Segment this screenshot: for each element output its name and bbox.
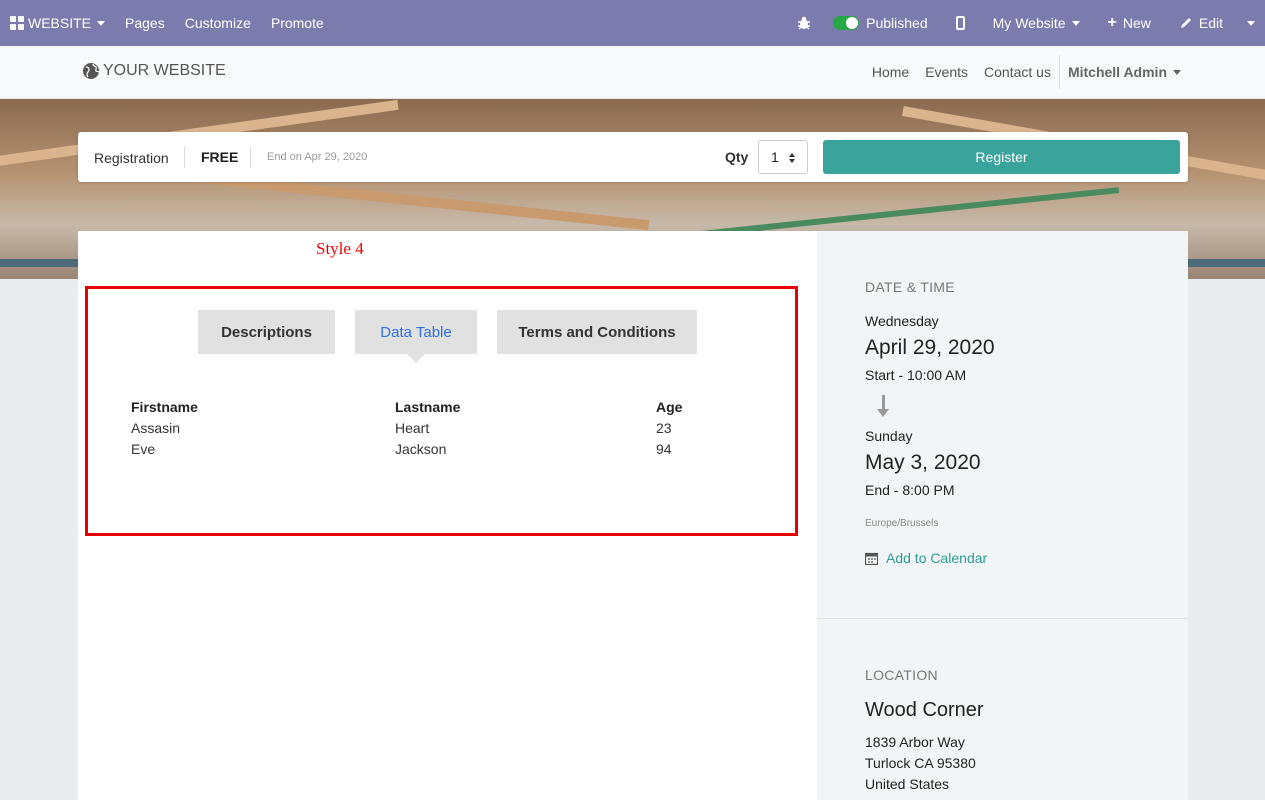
mobile-icon [955, 16, 965, 30]
add-to-calendar-link[interactable]: Add to Calendar [865, 550, 987, 566]
data-table: Firstname Lastname Age Assasin Heart 23 … [131, 397, 716, 460]
column-header: Firstname [131, 399, 198, 415]
date-time-heading: DATE & TIME [865, 279, 955, 295]
admin-topbar: WEBSITE Pages Customize Promote Publishe… [0, 0, 1265, 46]
registration-label: Registration [94, 150, 169, 166]
select-arrows-icon [789, 153, 795, 163]
calendar-icon [865, 552, 878, 565]
table-cell: 94 [656, 441, 672, 457]
register-button[interactable]: Register [823, 140, 1180, 174]
apps-grid-icon [10, 16, 24, 30]
table-cell: Heart [395, 420, 430, 436]
table-cell: Eve [131, 441, 156, 457]
website-selector-label: My Website [992, 15, 1066, 31]
table-cell: 23 [656, 420, 672, 436]
toggle-switch [833, 16, 860, 30]
start-time: Start - 10:00 AM [865, 367, 967, 383]
main-nav: Home Events Contact us Mitchell Admin [864, 46, 1181, 98]
chevron-down-icon [97, 20, 106, 26]
divider [817, 618, 1188, 619]
edit-label: Edit [1198, 15, 1223, 31]
user-menu[interactable]: Mitchell Admin [1060, 64, 1181, 80]
tab-descriptions[interactable]: Descriptions [198, 310, 335, 354]
table-row: Assasin Heart 23 [131, 418, 716, 439]
end-date: May 3, 2020 [865, 451, 981, 474]
debug-button[interactable] [787, 0, 833, 46]
divider [250, 146, 251, 168]
quantity-select[interactable]: 1 [758, 140, 808, 174]
tab-terms-and-conditions[interactable]: Terms and Conditions [497, 310, 697, 354]
start-date: April 29, 2020 [865, 336, 995, 359]
column-header: Lastname [395, 399, 461, 415]
timezone: Europe/Brussels [865, 518, 939, 529]
menu-customize[interactable]: Customize [175, 0, 261, 46]
pencil-icon [1180, 18, 1191, 28]
table-header-row: Firstname Lastname Age [131, 397, 716, 418]
menu-promote[interactable]: Promote [261, 0, 334, 46]
website-menu-label: WEBSITE [28, 15, 92, 31]
chevron-down-icon [1173, 69, 1181, 75]
table-cell: Jackson [395, 441, 447, 457]
divider [184, 146, 185, 168]
highlight-box: Descriptions Data Table Terms and Condit… [85, 286, 798, 536]
new-button[interactable]: + New [1098, 0, 1169, 46]
address-line: United States [865, 776, 950, 792]
website-selector[interactable]: My Website [983, 0, 1098, 46]
table-cell: Assasin [131, 420, 181, 436]
registration-end-date: End on Apr 29, 2020 [267, 151, 368, 163]
user-name: Mitchell Admin [1067, 64, 1167, 80]
nav-home[interactable]: Home [864, 64, 917, 80]
column-header: Age [656, 399, 683, 415]
address-line: Turlock CA 95380 [865, 755, 976, 771]
location-heading: LOCATION [865, 667, 938, 683]
venue-name: Wood Corner [865, 699, 984, 721]
edit-button[interactable]: Edit [1169, 0, 1241, 46]
site-logo[interactable]: YOUR WEBSITE [82, 62, 226, 80]
nav-contact-us[interactable]: Contact us [976, 64, 1059, 80]
tab-bar: Descriptions Data Table Terms and Condit… [198, 310, 697, 363]
arrow-down-icon [877, 395, 889, 417]
chevron-down-icon [1071, 20, 1080, 26]
website-menu-button[interactable]: WEBSITE [0, 0, 115, 46]
registration-bar: Registration FREE End on Apr 29, 2020 Qt… [78, 132, 1188, 182]
add-to-calendar-label: Add to Calendar [886, 550, 988, 566]
published-toggle[interactable]: Published [833, 0, 946, 46]
ticket-price: FREE [201, 149, 239, 165]
address-line: 1839 Arbor Way [865, 734, 965, 750]
plus-icon: + [1107, 14, 1117, 31]
mobile-preview-button[interactable] [946, 0, 983, 46]
new-label: New [1122, 15, 1151, 31]
edit-dropdown-toggle[interactable] [1241, 0, 1265, 46]
end-day: Sunday [865, 428, 913, 444]
logo-text: YOUR WEBSITE [103, 62, 226, 79]
quantity-value: 1 [771, 149, 779, 165]
nav-events[interactable]: Events [917, 64, 976, 80]
globe-icon [83, 63, 100, 79]
table-row: Eve Jackson 94 [131, 439, 716, 460]
style-annotation: Style 4 [316, 239, 364, 258]
site-header: YOUR WEBSITE Home Events Contact us Mitc… [0, 46, 1265, 99]
start-day: Wednesday [865, 313, 939, 329]
end-time: End - 8:00 PM [865, 482, 955, 498]
tab-data-table[interactable]: Data Table [355, 310, 477, 363]
chevron-down-icon [1247, 20, 1255, 26]
published-label: Published [866, 15, 928, 31]
bug-icon [798, 16, 811, 30]
menu-pages[interactable]: Pages [115, 0, 175, 46]
event-sidebar: DATE & TIME Wednesday April 29, 2020 Sta… [817, 231, 1188, 800]
event-main-content: Style 4 Descriptions Data Table Terms an… [78, 231, 817, 800]
quantity-label: Qty [725, 149, 749, 165]
